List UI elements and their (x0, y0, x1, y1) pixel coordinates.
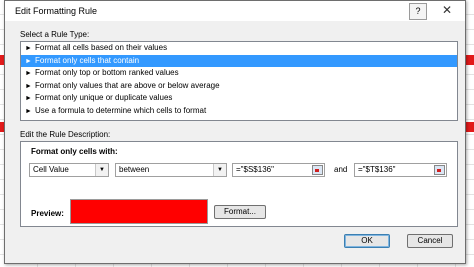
rule-type-list[interactable]: ► Format all cells based on their values … (20, 41, 458, 121)
edit-formatting-rule-dialog: Edit Formatting Rule ? ✕ Select a Rule T… (4, 0, 466, 264)
range-picker-icon[interactable] (312, 165, 323, 175)
rule-type-item-label: Use a formula to determine which cells t… (35, 105, 207, 115)
and-label: and (334, 165, 348, 174)
arrow-icon: ► (25, 107, 32, 115)
value1-text: ="$S$136" (236, 165, 274, 174)
rule-type-item-all-cells[interactable]: ► Format all cells based on their values (21, 42, 457, 55)
chevron-down-icon[interactable]: ▼ (213, 164, 226, 176)
cancel-button[interactable]: Cancel (407, 234, 453, 248)
close-button[interactable]: ✕ (431, 2, 463, 19)
value2-input[interactable]: ="$T$136" (354, 163, 447, 177)
dialog-title: Edit Formatting Rule (15, 6, 98, 16)
operator-dropdown[interactable]: between ▼ (115, 163, 227, 177)
rule-type-item-label: Format only cells that contain (35, 55, 140, 65)
rule-type-item-label: Format only top or bottom ranked values (35, 68, 179, 77)
ok-button[interactable]: OK (344, 234, 390, 248)
format-preview-swatch (70, 199, 208, 224)
rule-type-item-top-bottom[interactable]: ► Format only top or bottom ranked values (21, 67, 457, 80)
chevron-down-icon[interactable]: ▼ (95, 164, 108, 176)
condition-type-value: Cell Value (33, 165, 69, 174)
format-cells-with-label: Format only cells with: (31, 147, 118, 156)
rule-description-panel: Format only cells with: Cell Value ▼ bet… (20, 141, 458, 227)
title-bar: Edit Formatting Rule ? ✕ (5, 1, 465, 21)
rule-type-item-label: Format only values that are above or bel… (35, 80, 220, 90)
range-picker-icon[interactable] (434, 165, 445, 175)
value2-text: ="$T$136" (358, 165, 396, 174)
help-button[interactable]: ? (409, 3, 427, 20)
preview-label: Preview: (31, 209, 64, 218)
format-button[interactable]: Format... (214, 205, 266, 219)
rule-description-label: Edit the Rule Description: (20, 130, 111, 139)
rule-type-item-above-below-average[interactable]: ► Format only values that are above or be… (21, 80, 457, 93)
rule-type-item-label: Format all cells based on their values (35, 43, 168, 52)
operator-value: between (119, 165, 150, 174)
rule-type-item-formula[interactable]: ► Use a formula to determine which cells … (21, 105, 457, 118)
rule-type-label: Select a Rule Type: (20, 30, 90, 39)
value1-input[interactable]: ="$S$136" (232, 163, 325, 177)
rule-type-item-cells-that-contain[interactable]: ► Format only cells that contain (21, 54, 457, 67)
condition-type-dropdown[interactable]: Cell Value ▼ (29, 163, 109, 177)
rule-type-item-unique-duplicate[interactable]: ► Format only unique or duplicate values (21, 92, 457, 105)
rule-type-item-label: Format only unique or duplicate values (35, 93, 173, 102)
